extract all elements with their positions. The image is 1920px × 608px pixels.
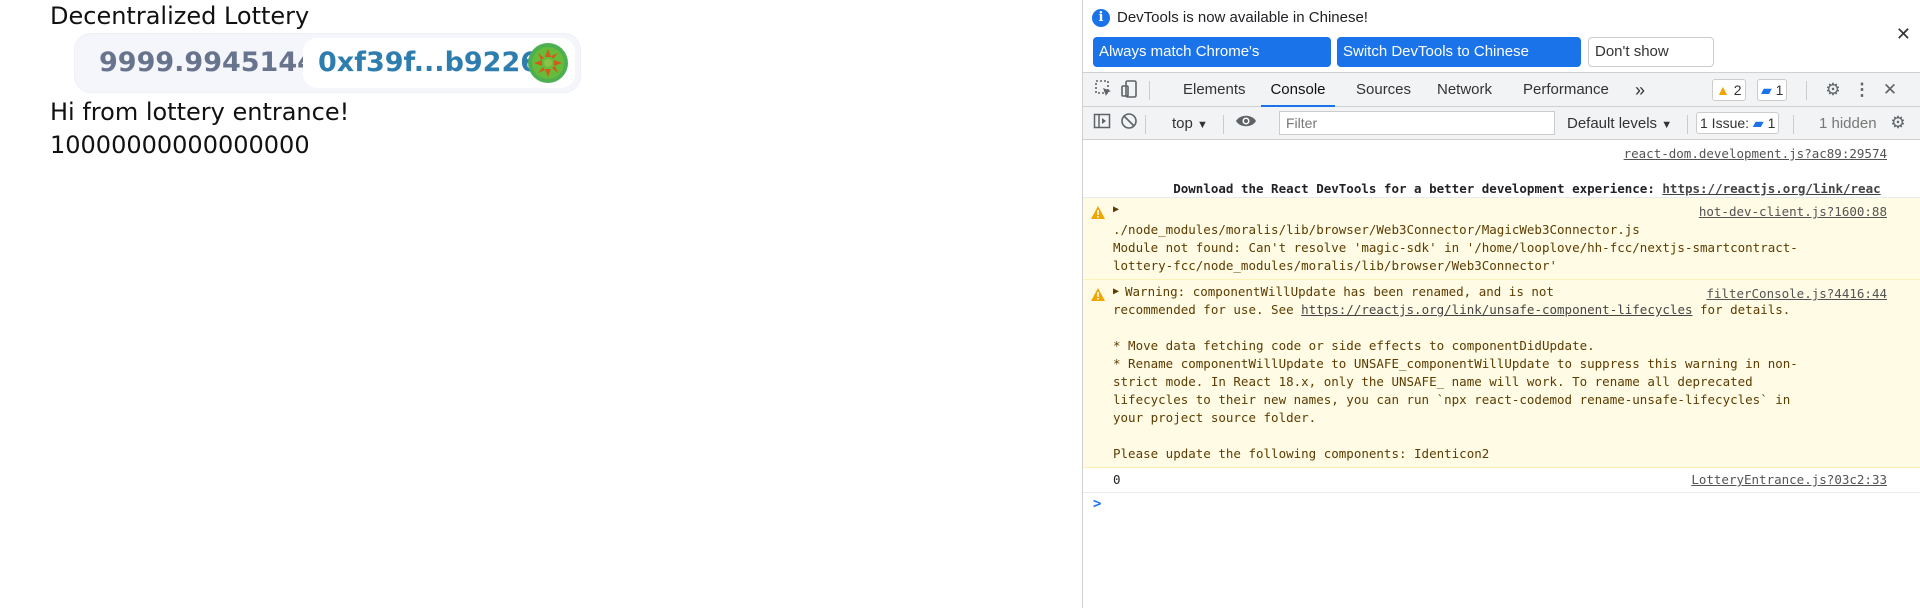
message-icon: ▰	[1761, 82, 1772, 98]
console-output: react-dom.development.js?ac89:29574 Down…	[1083, 140, 1920, 517]
message-text: strict mode. In React 18.x, only the UNS…	[1113, 374, 1753, 389]
tab-elements[interactable]: Elements	[1183, 73, 1246, 107]
message-text: Module not found: Can't resolve 'magic-s…	[1113, 240, 1798, 255]
message-text: Warning: componentWillUpdate has been re…	[1125, 284, 1554, 299]
message-text: Please update the following components: …	[1113, 446, 1490, 461]
message-text-part: for details.	[1692, 302, 1791, 317]
console-prompt[interactable]: >	[1083, 493, 1920, 517]
message-icon: ▰	[1752, 115, 1764, 131]
react-devtools-link[interactable]: https://reactjs.org/link/reac	[1662, 181, 1880, 196]
tab-performance[interactable]: Performance	[1523, 73, 1609, 107]
toolbar-divider	[1687, 115, 1688, 134]
toolbar-divider	[1145, 115, 1146, 134]
app-title: Decentralized Lottery	[50, 2, 310, 30]
context-selector[interactable]: top ▼	[1172, 107, 1208, 142]
console-warning: ▶ hot-dev-client.js?1600:88 ./node_modul…	[1083, 198, 1920, 280]
issues-label: 1 Issue:	[1700, 115, 1750, 131]
context-value: top	[1172, 115, 1193, 132]
more-tabs-icon[interactable]: »	[1635, 73, 1645, 107]
language-infobar: i DevTools is now available in Chinese! …	[1083, 0, 1920, 90]
wallet-balance: 9999.99451448	[99, 47, 335, 78]
info-icon: i	[1092, 9, 1110, 27]
filter-input[interactable]: Filter	[1279, 111, 1555, 135]
toolbar-divider	[1806, 81, 1807, 100]
message-source-link[interactable]: LotteryEntrance.js?03c2:33	[1691, 472, 1887, 487]
chevron-down-icon: ▼	[1661, 119, 1673, 131]
switch-language-button[interactable]: Switch DevTools to Chinese	[1337, 37, 1581, 67]
warning-icon	[1091, 206, 1105, 219]
console-message: 0 LotteryEntrance.js?03c2:33	[1083, 468, 1920, 493]
console-message: react-dom.development.js?ac89:29574 Down…	[1083, 140, 1920, 214]
tab-sources[interactable]: Sources	[1356, 73, 1411, 107]
message-text: lifecycles to their new names, you can r…	[1113, 392, 1791, 407]
live-expression-eye-icon[interactable]	[1235, 112, 1257, 134]
issues-count: 1	[1767, 115, 1776, 131]
message-text: * Rename componentWillUpdate to UNSAFE_c…	[1113, 356, 1798, 371]
close-icon[interactable]: ✕	[1896, 24, 1911, 45]
identicon-avatar	[528, 43, 568, 83]
tab-network[interactable]: Network	[1437, 73, 1492, 107]
sidebar-toggle-icon[interactable]	[1091, 112, 1113, 134]
close-devtools-icon[interactable]: ✕	[1879, 79, 1901, 101]
entrance-fee-value: 10000000000000000	[50, 131, 310, 159]
greeting-text: Hi from lottery entrance!	[50, 98, 350, 126]
message-text: ./node_modules/moralis/lib/browser/Web3C…	[1113, 222, 1640, 237]
warning-icon	[1091, 288, 1105, 301]
prompt-chevron-icon: >	[1093, 496, 1102, 512]
messages-counter[interactable]: ▰ 1	[1757, 79, 1788, 101]
expand-triangle-icon[interactable]: ▶	[1113, 204, 1119, 215]
clear-console-icon[interactable]	[1118, 112, 1140, 134]
messages-count: 1	[1775, 82, 1784, 98]
log-levels-value: Default levels	[1567, 115, 1658, 132]
lifecycles-doc-link[interactable]: https://reactjs.org/link/unsafe-componen…	[1301, 302, 1692, 317]
chevron-down-icon: ▼	[1197, 119, 1208, 131]
device-toolbar-icon[interactable]	[1119, 79, 1141, 101]
hidden-count: 1 hidden	[1819, 115, 1877, 132]
logged-value: 0	[1113, 472, 1121, 487]
kebab-menu-icon[interactable]: ⋮	[1851, 79, 1873, 101]
issues-button[interactable]: 1 Issue: ▰ 1	[1696, 112, 1780, 134]
toolbar-divider	[1149, 81, 1150, 100]
wallet-connect-widget[interactable]: 9999.99451448 0xf39f...b92266	[75, 34, 580, 92]
message-text-part: recommended for use. See	[1113, 302, 1302, 317]
devtools-tabbar: Elements Console Sources Network Perform…	[1083, 72, 1920, 107]
console-settings-gear-icon[interactable]: ⚙	[1887, 112, 1909, 134]
console-warning: ▶ filterConsole.js?4416:44 Warning: comp…	[1083, 280, 1920, 468]
tab-console[interactable]: Console	[1261, 73, 1335, 107]
infobar-message: DevTools is now available in Chinese!	[1117, 9, 1368, 26]
warning-icon: ▲	[1716, 82, 1730, 98]
devtools-panel: i DevTools is now available in Chinese! …	[1082, 0, 1920, 608]
message-text: your project source folder.	[1113, 410, 1317, 425]
wallet-address: 0xf39f...b92266	[318, 47, 558, 78]
inspect-element-icon[interactable]	[1093, 79, 1115, 101]
lottery-app: Decentralized Lottery 9999.99451448 0xf3…	[0, 0, 1082, 608]
warnings-counter[interactable]: ▲ 2	[1712, 79, 1746, 101]
dont-show-again-button[interactable]: Don't show again	[1588, 37, 1714, 88]
warnings-count: 2	[1733, 82, 1742, 98]
message-source-link[interactable]: hot-dev-client.js?1600:88	[1699, 204, 1887, 219]
message-source-link[interactable]: react-dom.development.js?ac89:29574	[1624, 146, 1887, 161]
message-text: recommended for use. See https://reactjs…	[1113, 301, 1790, 319]
console-filterbar: top ▼ Filter Default levels ▼ 1 Issue: ▰…	[1083, 107, 1920, 140]
message-source-link[interactable]: filterConsole.js?4416:44	[1706, 286, 1887, 301]
log-levels-dropdown[interactable]: Default levels ▼	[1567, 107, 1672, 142]
toolbar-divider	[1223, 115, 1224, 134]
expand-triangle-icon[interactable]: ▶	[1113, 286, 1119, 297]
message-text: lottery-fcc/node_modules/moralis/lib/bro…	[1113, 258, 1558, 273]
message-text: * Move data fetching code or side effect…	[1113, 338, 1595, 353]
match-language-button[interactable]: Always match Chrome's language	[1093, 37, 1331, 90]
account-button[interactable]: 0xf39f...b92266	[303, 38, 575, 88]
settings-gear-icon[interactable]: ⚙	[1822, 79, 1844, 101]
toolbar-divider	[1793, 115, 1794, 134]
